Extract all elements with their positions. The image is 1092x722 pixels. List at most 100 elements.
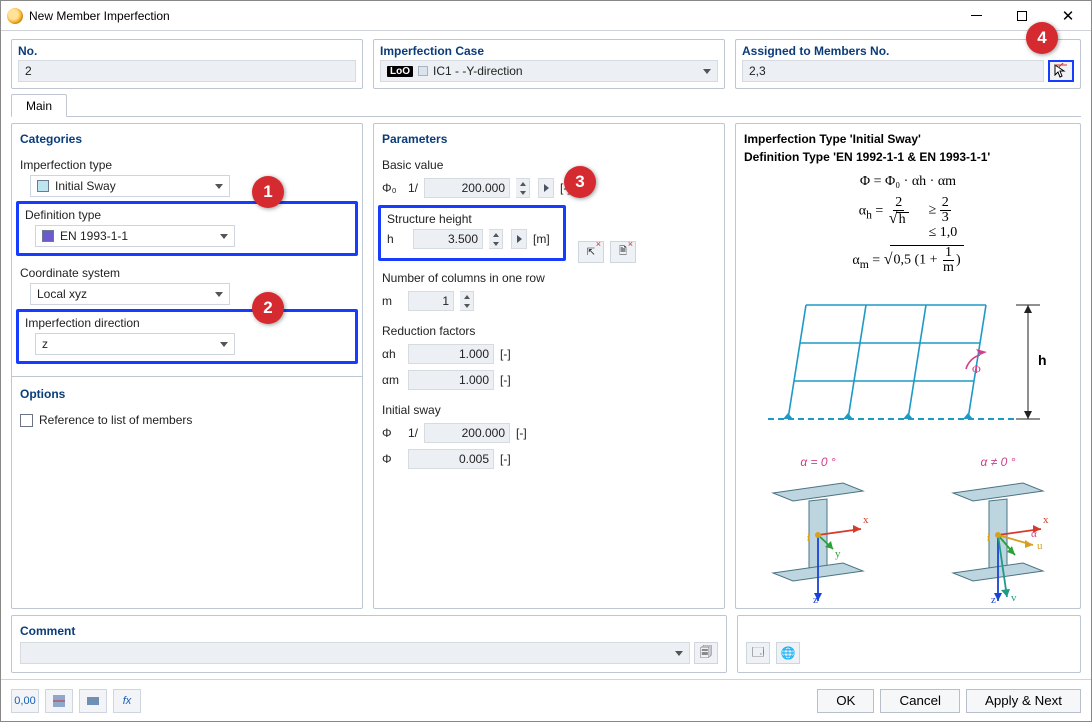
h-spinner[interactable] xyxy=(489,229,503,249)
imperfection-type-dropdown[interactable]: Initial Sway xyxy=(30,175,230,197)
notes-icon: 🗐 xyxy=(700,643,712,664)
footer-tool-render[interactable] xyxy=(79,689,107,713)
ah-symbol: αh xyxy=(382,347,402,361)
phi-inv-value: 200.000 xyxy=(424,423,510,443)
main-area: Categories Imperfection type Initial Swa… xyxy=(1,117,1091,615)
phi0-play-button[interactable] xyxy=(538,178,554,198)
formulae-block: Φ = Φ₀ · αh · αm αh = 2h ≥ 23≤ 1,0 αm = … xyxy=(744,174,1072,279)
footer-tool-profile[interactable] xyxy=(45,689,73,713)
phi0-spinner[interactable] xyxy=(516,178,530,198)
no-title: No. xyxy=(18,44,356,58)
definition-type-dropdown[interactable]: EN 1993-1-1 xyxy=(35,225,235,247)
footer-tool-units[interactable]: 0,00 xyxy=(11,689,39,713)
am-value: 1.000 xyxy=(408,370,494,390)
definition-type-label: Definition type xyxy=(25,208,349,222)
no-box: No. 2 xyxy=(11,39,363,89)
ah-value: 1.000 xyxy=(408,344,494,364)
parameters-panel: Parameters Basic value Φ₀ 1/ 200.000 [-]… xyxy=(373,123,725,609)
imperfection-direction-dropdown[interactable]: z xyxy=(35,333,235,355)
footer-tool-fx[interactable]: fx xyxy=(113,689,141,713)
checkbox-icon xyxy=(20,414,33,427)
reduction-label: Reduction factors xyxy=(382,324,716,338)
minimize-button[interactable] xyxy=(953,1,999,31)
comment-row: Comment 🗐 🗔 🌐 xyxy=(1,615,1091,679)
svg-text:Φ: Φ xyxy=(972,362,981,376)
h-symbol: h xyxy=(387,232,407,246)
m-spinner[interactable] xyxy=(460,291,474,311)
comment-panel: Comment 🗐 xyxy=(11,615,727,673)
apply-next-button[interactable]: Apply & Next xyxy=(966,689,1081,713)
basic-value-label: Basic value xyxy=(382,158,716,172)
phi0-input[interactable]: 200.000 xyxy=(424,178,510,198)
svg-text:z: z xyxy=(813,594,818,605)
cancel-button[interactable]: Cancel xyxy=(880,689,960,713)
callout-3: 3 xyxy=(564,166,596,198)
no-field[interactable]: 2 xyxy=(18,60,356,82)
reference-list-checkbox[interactable]: Reference to list of members xyxy=(20,413,354,427)
footer: 0,00 fx OK Cancel Apply & Next xyxy=(1,679,1091,721)
assigned-field[interactable]: 2,3 xyxy=(742,60,1044,82)
header-row: No. 2 Imperfection Case LoO IC1 - -Y-dir… xyxy=(1,31,1091,93)
view-tools-panel: 🗔 🌐 xyxy=(737,615,1081,673)
assigned-box: Assigned to Members No. 2,3 4 xyxy=(735,39,1081,89)
chevron-down-icon xyxy=(220,342,228,347)
beam-diagrams: α = 0 ° x y z xyxy=(744,455,1072,605)
unit-m: [m] xyxy=(533,232,557,246)
am-symbol: αm xyxy=(382,373,402,387)
chevron-down-icon xyxy=(215,292,223,297)
imperfection-case-box: Imperfection Case LoO IC1 - -Y-direction xyxy=(373,39,725,89)
phi-symbol: Φ xyxy=(382,426,402,440)
beam-label-right: α ≠ 0 ° xyxy=(981,455,1016,469)
ok-button[interactable]: OK xyxy=(817,689,874,713)
imperfection-direction-label: Imperfection direction xyxy=(25,316,349,330)
unit-dimless: [-] xyxy=(500,373,524,387)
m-symbol: m xyxy=(382,294,402,308)
svg-text:z: z xyxy=(991,594,996,605)
tool-button-1[interactable]: ⇱× xyxy=(578,241,604,263)
tab-main[interactable]: Main xyxy=(11,94,67,117)
comment-dropdown[interactable] xyxy=(20,642,690,664)
chevron-down-icon xyxy=(675,651,683,656)
chevron-down-icon xyxy=(215,184,223,189)
window-icon: 🗔 xyxy=(751,643,764,664)
sway-title: Initial sway xyxy=(382,403,716,417)
globe-icon: 🌐 xyxy=(781,646,796,660)
info-panel: Imperfection Type 'Initial Sway' Definit… xyxy=(735,123,1081,609)
one-over-label: 1/ xyxy=(408,181,418,195)
coord-system-dropdown[interactable]: Local xyz xyxy=(30,283,230,305)
phi-symbol: Φ xyxy=(382,452,402,466)
info-line-2: Definition Type 'EN 1992-1-1 & EN 1993-1… xyxy=(744,150,1072,164)
window-title: New Member Imperfection xyxy=(29,9,953,23)
view-tool-1[interactable]: 🗔 xyxy=(746,642,770,664)
definition-type-group: Definition type EN 1993-1-1 xyxy=(16,201,358,256)
phi-value: 0.005 xyxy=(408,449,494,469)
view-tool-2[interactable]: 🌐 xyxy=(776,642,800,664)
m-input[interactable]: 1 xyxy=(408,291,454,311)
swatch-icon xyxy=(42,230,54,242)
svg-text:i: i xyxy=(807,532,810,544)
tool-button-2[interactable]: 🗎× xyxy=(610,241,636,263)
svg-text:v: v xyxy=(1011,592,1017,604)
swatch-icon xyxy=(37,180,49,192)
h-input[interactable]: 3.500 xyxy=(413,229,483,249)
svg-text:y: y xyxy=(835,548,841,560)
h-play-button[interactable] xyxy=(511,229,527,249)
ic-title: Imperfection Case xyxy=(380,44,718,58)
parameters-title: Parameters xyxy=(382,132,716,146)
structure-height-group: Structure height h 3.500 [m] xyxy=(378,205,566,261)
phi0-symbol: Φ₀ xyxy=(382,181,402,195)
comment-tool-button[interactable]: 🗐 xyxy=(694,642,718,664)
svg-text:x: x xyxy=(863,514,869,526)
callout-1: 1 xyxy=(252,176,284,208)
categories-panel: Categories Imperfection type Initial Swa… xyxy=(11,123,363,609)
info-line-1: Imperfection Type 'Initial Sway' xyxy=(744,132,1072,146)
imperfection-type-label: Imperfection type xyxy=(20,158,354,172)
chevron-down-icon xyxy=(220,234,228,239)
sway-diagram: Φ h xyxy=(744,291,1072,431)
app-icon xyxy=(7,8,23,24)
chevron-down-icon xyxy=(703,69,711,74)
svg-text:x: x xyxy=(1043,514,1049,526)
ic-dropdown[interactable]: LoO IC1 - -Y-direction xyxy=(380,60,718,82)
categories-title: Categories xyxy=(20,132,354,146)
pick-members-button[interactable] xyxy=(1048,60,1074,82)
